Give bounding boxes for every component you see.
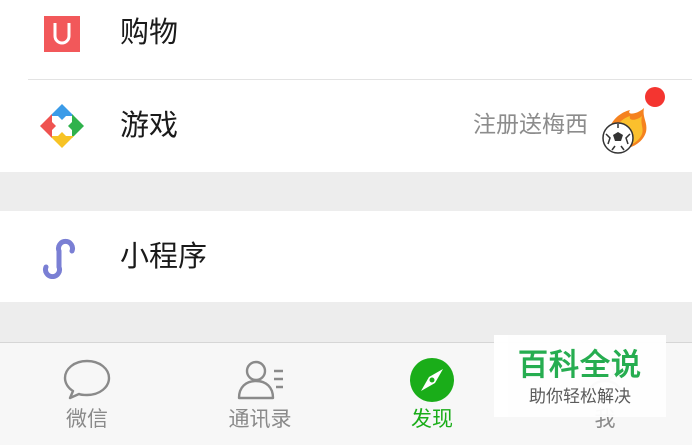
menu-item-shopping[interactable]: 购物	[0, 0, 692, 80]
menu-item-label: 游戏	[120, 108, 179, 142]
games-icon	[40, 104, 84, 148]
watermark-title: 百科全说	[518, 348, 642, 383]
menu-item-mini-programs[interactable]: 小程序	[0, 211, 692, 302]
tab-chats[interactable]: 微信	[27, 343, 147, 445]
soccer-ball-icon	[602, 108, 647, 154]
menu-item-games[interactable]: 游戏 注册送梅西	[0, 80, 692, 172]
watermark: 百科全说 助你轻松解决	[494, 335, 666, 417]
tab-label: 发现	[411, 407, 453, 431]
compass-icon	[410, 358, 454, 402]
tab-label: 通讯录	[228, 407, 292, 431]
tab-label: 微信	[66, 407, 108, 431]
notification-dot	[645, 87, 665, 107]
shopping-bag-icon	[44, 16, 80, 52]
tab-contacts[interactable]: 通讯录	[200, 343, 320, 445]
menu-item-label: 购物	[120, 15, 179, 49]
tab-discover[interactable]: 发现	[372, 343, 492, 445]
chat-bubble-icon	[63, 359, 111, 400]
mini-program-icon	[43, 238, 75, 279]
promo-text: 注册送梅西	[473, 112, 588, 138]
watermark-subtitle: 助你轻松解决	[529, 387, 631, 407]
contacts-icon	[237, 360, 283, 400]
menu-item-label: 小程序	[120, 239, 208, 273]
